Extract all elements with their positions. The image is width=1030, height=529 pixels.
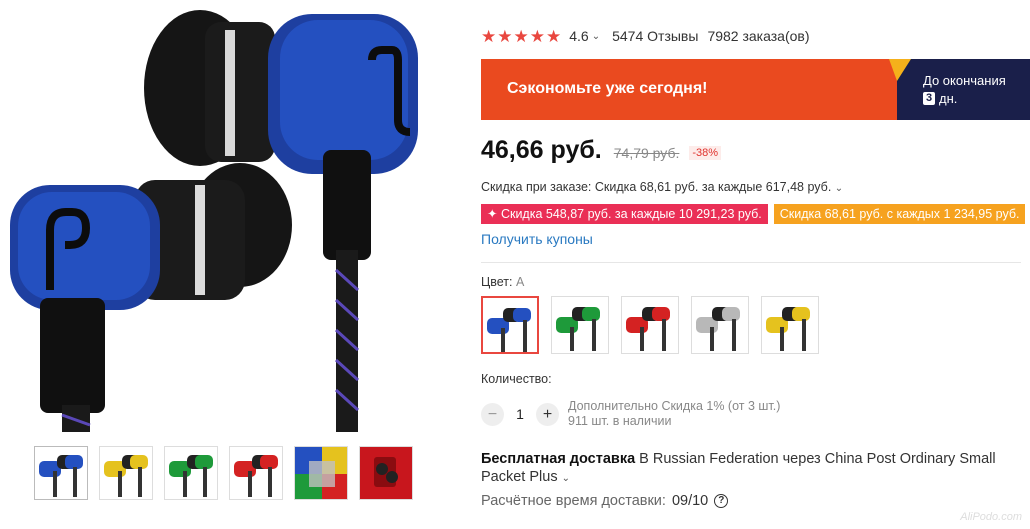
star-icon: ★	[529, 26, 545, 46]
rating-value[interactable]: 4.6	[569, 28, 588, 44]
delivery-label: Расчётное время доставки:	[481, 493, 666, 509]
chevron-down-icon[interactable]: ⌄	[592, 31, 600, 42]
color-option-yellow[interactable]	[761, 296, 819, 354]
stock-text: 911 шт. в наличии	[568, 414, 672, 428]
countdown-days: 3 дн.	[923, 91, 957, 106]
thumbnail-yellow[interactable]	[99, 446, 153, 500]
color-option-green[interactable]	[551, 296, 609, 354]
price-row: 46,66 руб. 74,79 руб. -38%	[481, 136, 722, 165]
color-label-text: Цвет:	[481, 275, 513, 289]
quantity-input[interactable]: 1	[504, 406, 536, 422]
color-option-blue[interactable]	[481, 296, 539, 354]
order-discount-text: Скидка при заказе: Скидка 68,61 руб. за …	[481, 180, 832, 194]
color-swatches	[481, 296, 819, 354]
main-product-image[interactable]	[0, 0, 452, 432]
coupon-list: ✦ Скидка 548,87 руб. за каждые 10 291,23…	[481, 204, 1026, 224]
thumbnail-gallery	[34, 446, 413, 500]
promo-banner: Сэкономьте уже сегодня! До окончания 3 д…	[481, 59, 1030, 120]
extra-discount-text: Дополнительно Скидка 1% (от 3 шт.)	[568, 399, 781, 413]
orders-count: 7982 заказа(ов)	[707, 28, 810, 44]
quantity-stepper: − 1 + Дополнительно Скидка 1% (от 3 шт.)…	[481, 399, 780, 429]
days-unit: дн.	[939, 91, 958, 106]
product-details: · · · · · · · · · · · · · · · · · · · · …	[481, 0, 1030, 529]
order-discount[interactable]: Скидка при заказе: Скидка 68,61 руб. за …	[481, 180, 843, 194]
coupon-store[interactable]: ✦ Скидка 548,87 руб. за каждые 10 291,23…	[481, 204, 768, 224]
quantity-increase-button[interactable]: +	[536, 402, 559, 426]
rating-row: ★ ★ ★ ★ ★ 4.6 ⌄ 5474 Отзывы 7982 заказа(…	[481, 26, 810, 46]
chevron-down-icon: ⌄	[834, 183, 844, 194]
title-overflow: · · · · · · · · · · · · · · · · · · · · …	[481, 0, 1011, 5]
color-selected-value: A	[515, 275, 525, 289]
countdown-label: До окончания	[923, 73, 1006, 88]
countdown-badge: До окончания 3 дн.	[889, 59, 1030, 120]
color-label: Цвет: A	[481, 275, 524, 289]
promo-text: Сэкономьте уже сегодня!	[507, 80, 708, 97]
discount-badge: -38%	[689, 146, 722, 160]
chevron-down-icon: ⌄	[561, 473, 570, 484]
star-icon: ★	[546, 26, 562, 46]
quantity-decrease-button[interactable]: −	[481, 402, 504, 426]
rating-stars: ★ ★ ★ ★ ★	[481, 28, 561, 45]
quantity-label: Количество:	[481, 372, 552, 386]
old-price: 74,79 руб.	[613, 145, 680, 161]
quantity-info: Дополнительно Скидка 1% (от 3 шт.) 911 ш…	[568, 399, 780, 429]
color-option-red[interactable]	[621, 296, 679, 354]
thumbnail-package[interactable]	[359, 446, 413, 500]
star-icon: ★	[513, 26, 529, 46]
divider	[481, 262, 1021, 263]
thumbnail-green[interactable]	[164, 446, 218, 500]
delivery-estimate: Расчётное время доставки: 09/10 ?	[481, 493, 729, 509]
help-icon[interactable]: ?	[714, 494, 729, 508]
coupon-select[interactable]: Скидка 68,61 руб. с каждых 1 234,95 руб.	[773, 204, 1026, 224]
watermark: AliPodo.com	[960, 511, 1022, 523]
color-option-silver[interactable]	[691, 296, 749, 354]
star-icon: ★	[497, 26, 513, 46]
thumbnail-red[interactable]	[229, 446, 283, 500]
shipping-info[interactable]: Бесплатная доставка В Russian Federation…	[481, 450, 1011, 488]
get-coupons-link[interactable]: Получить купоны	[481, 231, 593, 247]
thumbnail-blue[interactable]	[34, 446, 88, 500]
current-price: 46,66 руб.	[481, 136, 602, 164]
delivery-date: 09/10	[671, 493, 709, 509]
reviews-link[interactable]: 5474 Отзывы	[612, 28, 698, 44]
thumbnail-collage[interactable]	[294, 446, 348, 500]
days-number: 3	[923, 92, 935, 105]
shipping-free-label: Бесплатная доставка	[481, 451, 636, 467]
badge-stripe	[897, 59, 911, 81]
star-icon: ★	[481, 26, 497, 46]
